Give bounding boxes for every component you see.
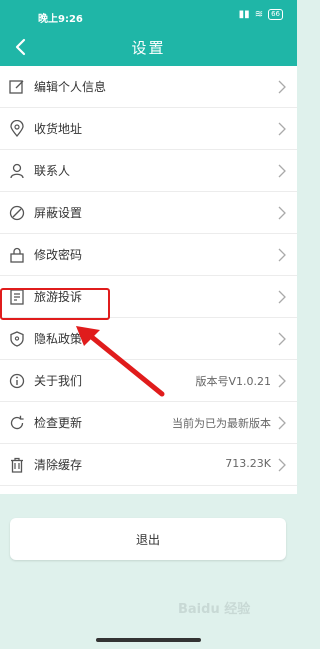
trash-icon [8,456,26,474]
wifi-icon: ≋ [254,9,264,20]
chevron-right-icon [277,288,287,306]
chevron-right-icon [277,456,287,474]
settings-list: 编辑个人信息 收货地址 联系人 屏蔽设置 修改密码 旅游投诉 隐私政策 关于我们… [0,66,297,494]
chevron-right-icon [277,330,287,348]
settings-item-block[interactable]: 屏蔽设置 [0,192,297,234]
settings-item-label: 修改密码 [34,248,83,262]
logout-button[interactable]: 退出 [10,518,286,560]
settings-item-label: 清除缓存 [34,458,83,472]
settings-item-change-password[interactable]: 修改密码 [0,234,297,276]
lock-icon [8,246,26,264]
signal-icon: ▮▮ [238,9,250,20]
update-status-value: 当前为已为最新版本 [172,417,271,430]
settings-item-label: 检查更新 [34,416,83,430]
shield-icon [8,330,26,348]
user-icon [8,162,26,180]
chevron-right-icon [277,414,287,432]
chevron-right-icon [277,204,287,222]
watermark-text: Baidu 经验 [178,602,251,617]
refresh-icon [8,414,26,432]
highlight-box [0,288,110,320]
chevron-right-icon [277,78,287,96]
page-title: 设置 [131,39,166,57]
info-icon [8,372,26,390]
settings-item-clear-cache[interactable]: 清除缓存 713.23K [0,444,297,486]
status-time: 晚上9:26 [38,14,83,25]
chevron-right-icon [277,162,287,180]
battery-icon: 66 [268,9,283,20]
settings-item-label: 编辑个人信息 [34,80,107,94]
settings-item-label: 屏蔽设置 [34,206,83,220]
chevron-right-icon [277,372,287,390]
settings-item-label: 收货地址 [34,122,83,136]
title-bar: 设置 [0,30,297,64]
cache-size-value: 713.23K [225,457,271,470]
block-icon [8,204,26,222]
chevron-right-icon [277,120,287,138]
annotation-arrow [76,326,165,397]
home-indicator [96,638,201,642]
logout-label: 退出 [135,533,160,547]
settings-item-edit-profile[interactable]: 编辑个人信息 [0,66,297,108]
settings-item-shipping-address[interactable]: 收货地址 [0,108,297,150]
app-header: 晚上9:26 ▮▮ ≋ 66 设置 [0,0,297,66]
status-bar: 晚上9:26 ▮▮ ≋ 66 [0,6,297,26]
edit-icon [8,78,26,96]
baidu-watermark: Baidu 经验 [178,598,288,628]
version-value: 版本号V1.0.21 [195,375,271,388]
location-icon [8,119,26,138]
settings-item-contacts[interactable]: 联系人 [0,150,297,192]
status-icons: ▮▮ ≋ 66 [239,9,283,20]
chevron-right-icon [277,246,287,264]
settings-item-label: 联系人 [34,164,71,178]
settings-item-check-update[interactable]: 检查更新 当前为已为最新版本 [0,402,297,444]
